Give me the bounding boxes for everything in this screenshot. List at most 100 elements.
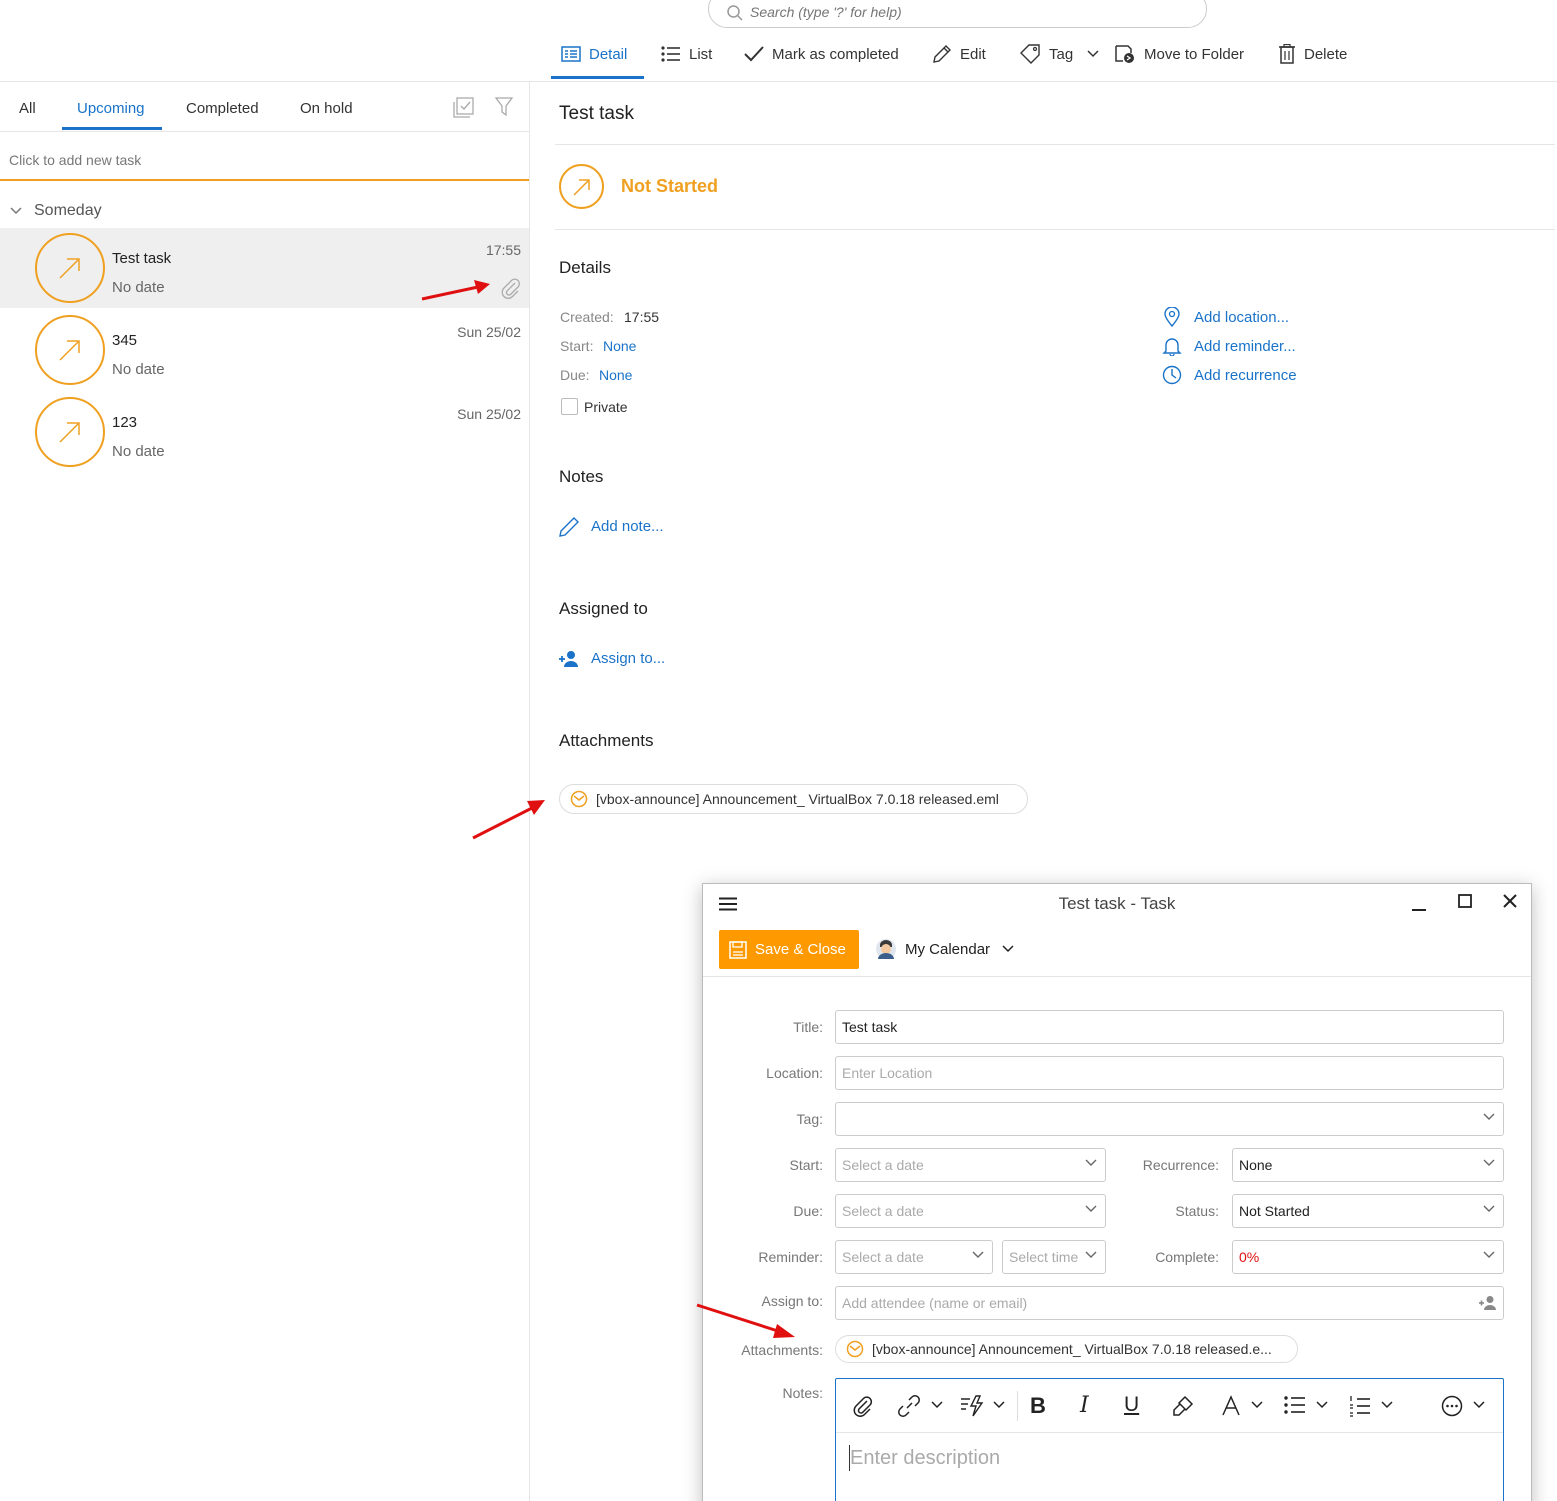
add-reminder-link[interactable]: Add reminder... — [1194, 338, 1296, 355]
attachments-label: Attachments: — [741, 1342, 823, 1358]
notes-heading: Notes — [559, 467, 604, 486]
bullet-list-icon[interactable] — [1284, 1395, 1306, 1415]
save-icon — [729, 940, 747, 959]
task-status-circle[interactable] — [35, 315, 105, 385]
start-date-select[interactable]: Select a date — [835, 1148, 1106, 1182]
quick-text-icon[interactable] — [960, 1395, 984, 1417]
chevron-down-icon[interactable] — [1473, 1401, 1485, 1409]
minimize-icon[interactable] — [1412, 898, 1426, 912]
bold-icon[interactable]: B — [1030, 1393, 1046, 1419]
add-recurrence-link[interactable]: Add recurrence — [1194, 367, 1297, 384]
chevron-down-icon[interactable] — [1316, 1401, 1328, 1409]
task-time: Sun 25/02 — [457, 406, 521, 422]
tab-all[interactable]: All — [19, 100, 36, 117]
font-color-icon[interactable] — [1221, 1395, 1241, 1417]
assign-attendee-input[interactable]: Add attendee (name or email) — [835, 1286, 1504, 1320]
notes-editor[interactable]: B I U Enter description — [835, 1378, 1504, 1501]
start-value-link[interactable]: None — [603, 338, 636, 354]
arrow-up-right-icon — [57, 419, 83, 445]
paperclip-icon — [500, 277, 522, 299]
detail-label: Detail — [589, 45, 628, 63]
due-value-link[interactable]: None — [599, 367, 632, 383]
toolbar-divider — [0, 81, 1557, 82]
chevron-down-icon[interactable] — [993, 1401, 1005, 1409]
task-edit-dialog: Test task - Task Save & Close My Calenda… — [702, 883, 1532, 1501]
save-close-button[interactable]: Save & Close — [719, 930, 859, 969]
delete-button[interactable]: Delete — [1278, 42, 1347, 66]
task-status-circle[interactable] — [35, 397, 105, 467]
start-placeholder: Select a date — [842, 1157, 924, 1173]
annotation-arrow — [470, 796, 548, 842]
chevron-down-icon — [10, 207, 22, 215]
filter-icon[interactable] — [495, 97, 513, 117]
link-icon[interactable] — [898, 1395, 920, 1417]
chevron-down-icon[interactable] — [1381, 1401, 1393, 1409]
tab-completed[interactable]: Completed — [186, 100, 259, 117]
task-status-circle[interactable] — [35, 233, 105, 303]
reminder-time-select[interactable]: Select time — [1002, 1240, 1106, 1274]
tag-select[interactable] — [835, 1102, 1504, 1136]
chevron-down-icon[interactable] — [1251, 1401, 1263, 1409]
complete-label: Complete: — [1155, 1249, 1219, 1265]
numbered-list-icon[interactable] — [1349, 1395, 1371, 1417]
close-icon[interactable] — [1503, 894, 1517, 908]
add-location-link[interactable]: Add location... — [1194, 309, 1289, 326]
due-date-select[interactable]: Select a date — [835, 1194, 1106, 1228]
private-checkbox[interactable] — [561, 398, 578, 415]
italic-icon[interactable]: I — [1080, 1393, 1089, 1418]
task-row[interactable]: 345 No date Sun 25/02 — [0, 310, 529, 390]
task-title: 345 — [112, 332, 138, 349]
chevron-down-icon — [1483, 1251, 1495, 1259]
assign-to-link[interactable]: Assign to... — [591, 650, 665, 667]
delete-label: Delete — [1304, 45, 1348, 63]
add-new-task-input[interactable]: Click to add new task — [9, 152, 141, 168]
task-row[interactable]: 123 No date Sun 25/02 — [0, 392, 529, 472]
tag-button[interactable]: Tag — [1019, 42, 1099, 66]
format-painter-icon[interactable] — [1172, 1395, 1194, 1417]
move-to-folder-button[interactable]: Move to Folder — [1114, 42, 1244, 66]
arrow-up-right-icon — [57, 337, 83, 363]
tab-upcoming[interactable]: Upcoming — [77, 100, 145, 117]
group-header-someday[interactable]: Someday — [10, 202, 102, 220]
maximize-icon[interactable] — [1458, 894, 1472, 908]
search-input[interactable] — [750, 4, 1170, 20]
dialog-attachment-name: [vbox-announce] Announcement_ VirtualBox… — [872, 1341, 1272, 1357]
calendar-selector[interactable]: My Calendar — [875, 937, 1014, 961]
chevron-down-icon — [1483, 1113, 1495, 1121]
trash-icon — [1278, 44, 1296, 64]
search-icon — [726, 4, 744, 22]
title-input[interactable]: Test task — [835, 1010, 1504, 1044]
add-note-link[interactable]: Add note... — [591, 518, 664, 535]
mark-completed-button[interactable]: Mark as completed — [744, 42, 899, 66]
bell-icon — [1162, 336, 1182, 356]
edit-button[interactable]: Edit — [932, 42, 986, 66]
complete-select[interactable]: 0% — [1232, 1240, 1504, 1274]
add-person-icon[interactable] — [1479, 1295, 1497, 1311]
created-label: Created: — [560, 309, 614, 325]
attach-icon[interactable] — [852, 1395, 874, 1417]
list-view-button[interactable]: List — [661, 42, 712, 66]
checkmark-icon — [744, 46, 764, 62]
title-label: Title: — [793, 1019, 823, 1035]
select-all-icon[interactable] — [453, 97, 475, 119]
recurrence-select[interactable]: None — [1232, 1148, 1504, 1182]
detail-view-button[interactable]: Detail — [561, 42, 627, 66]
status-select[interactable]: Not Started — [1232, 1194, 1504, 1228]
dialog-attachment-chip[interactable]: [vbox-announce] Announcement_ VirtualBox… — [835, 1335, 1298, 1363]
status-circle[interactable] — [559, 164, 604, 209]
chevron-down-icon[interactable] — [931, 1401, 943, 1409]
start-label: Start: — [560, 338, 594, 354]
location-input[interactable]: Enter Location — [835, 1056, 1504, 1090]
underline-icon[interactable]: U — [1124, 1393, 1139, 1417]
save-close-label: Save & Close — [755, 941, 846, 958]
location-placeholder: Enter Location — [842, 1065, 933, 1081]
reminder-label: Reminder: — [758, 1249, 823, 1265]
move-to-folder-label: Move to Folder — [1144, 45, 1245, 63]
attachment-chip[interactable]: [vbox-announce] Announcement_ VirtualBox… — [559, 784, 1028, 814]
pencil-icon — [932, 44, 952, 64]
chevron-down-icon — [1483, 1205, 1495, 1213]
reminder-date-select[interactable]: Select a date — [835, 1240, 993, 1274]
chevron-down-icon — [972, 1251, 984, 1259]
more-options-icon[interactable] — [1441, 1395, 1463, 1417]
tab-on-hold[interactable]: On hold — [300, 100, 353, 117]
